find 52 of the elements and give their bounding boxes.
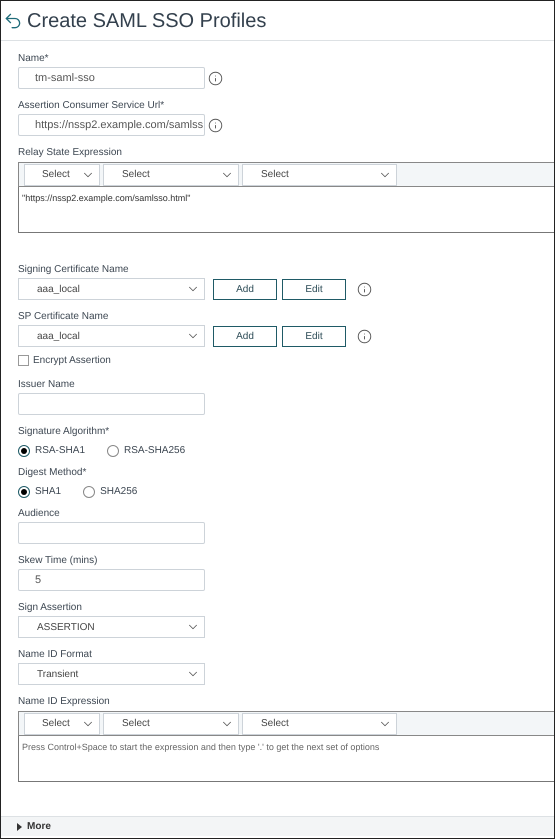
- text-field[interactable]: [18, 393, 205, 415]
- text-field[interactable]: tm-saml-sso: [18, 67, 205, 89]
- info-icon[interactable]: [357, 282, 372, 296]
- info-icon[interactable]: [208, 70, 223, 86]
- action-button[interactable]: Edit: [282, 278, 346, 300]
- field-label: Issuer Name: [18, 378, 75, 391]
- field-label: Signature Algorithm*: [18, 425, 110, 438]
- action-button[interactable]: Edit: [282, 326, 346, 346]
- more-label: More: [27, 820, 51, 834]
- expression-field[interactable]: "https://nssp2.example.com/samlsso.html": [18, 187, 554, 233]
- field-label: Name*: [18, 52, 49, 65]
- dropdown[interactable]: aaa_local: [18, 325, 205, 347]
- dropdown[interactable]: Select: [242, 712, 397, 734]
- field-label: Signing Certificate Name: [18, 263, 129, 276]
- field-label: Sign Assertion: [18, 601, 82, 614]
- field-label: Audience: [18, 507, 60, 520]
- radio-button[interactable]: [18, 486, 30, 498]
- dropdown[interactable]: Transient: [18, 663, 205, 685]
- dropdown[interactable]: ASSERTION: [18, 616, 205, 638]
- page-title: Create SAML SSO Profiles: [27, 8, 266, 34]
- radio-label: RSA-SHA256: [124, 444, 186, 458]
- info-icon[interactable]: [208, 118, 223, 132]
- checkbox[interactable]: [18, 355, 29, 366]
- text-field[interactable]: [18, 522, 205, 544]
- field-label: Assertion Consumer Service Url*: [18, 99, 164, 112]
- radio-label: SHA256: [100, 485, 138, 499]
- text-field[interactable]: 5: [18, 569, 205, 591]
- dropdown[interactable]: Select: [24, 712, 100, 734]
- dropdown[interactable]: Select: [103, 712, 239, 734]
- dropdown[interactable]: Select: [103, 164, 239, 186]
- field-label: SP Certificate Name: [18, 310, 108, 323]
- radio-label: RSA-SHA1: [35, 444, 86, 458]
- dropdown[interactable]: Select: [242, 164, 397, 186]
- field-label: Digest Method*: [18, 466, 86, 479]
- more-section-bar[interactable]: More: [1, 816, 554, 836]
- action-button[interactable]: Add: [213, 326, 277, 346]
- field-label: Name ID Format: [18, 648, 92, 661]
- radio-button[interactable]: [18, 444, 30, 456]
- field-label: Name ID Expression: [18, 695, 110, 708]
- expression-field[interactable]: Press Control+Space to start the expression and then type '.' to get the next set of options: [18, 736, 554, 782]
- dropdown[interactable]: Select: [24, 164, 100, 186]
- radio-label: SHA1: [35, 485, 62, 499]
- dropdown[interactable]: aaa_local: [18, 278, 205, 300]
- field-label: Relay State Expression: [18, 146, 122, 159]
- info-icon[interactable]: [357, 328, 372, 344]
- field-label: Skew Time (mins): [18, 554, 98, 567]
- text-field[interactable]: https://nssp2.example.com/samlss: [18, 114, 205, 136]
- radio-button[interactable]: [83, 486, 96, 498]
- back-arrow-icon[interactable]: [3, 10, 23, 30]
- radio-button[interactable]: [107, 444, 120, 456]
- checkbox-label: Encrypt Assertion: [33, 354, 111, 368]
- action-button[interactable]: Add: [213, 278, 277, 300]
